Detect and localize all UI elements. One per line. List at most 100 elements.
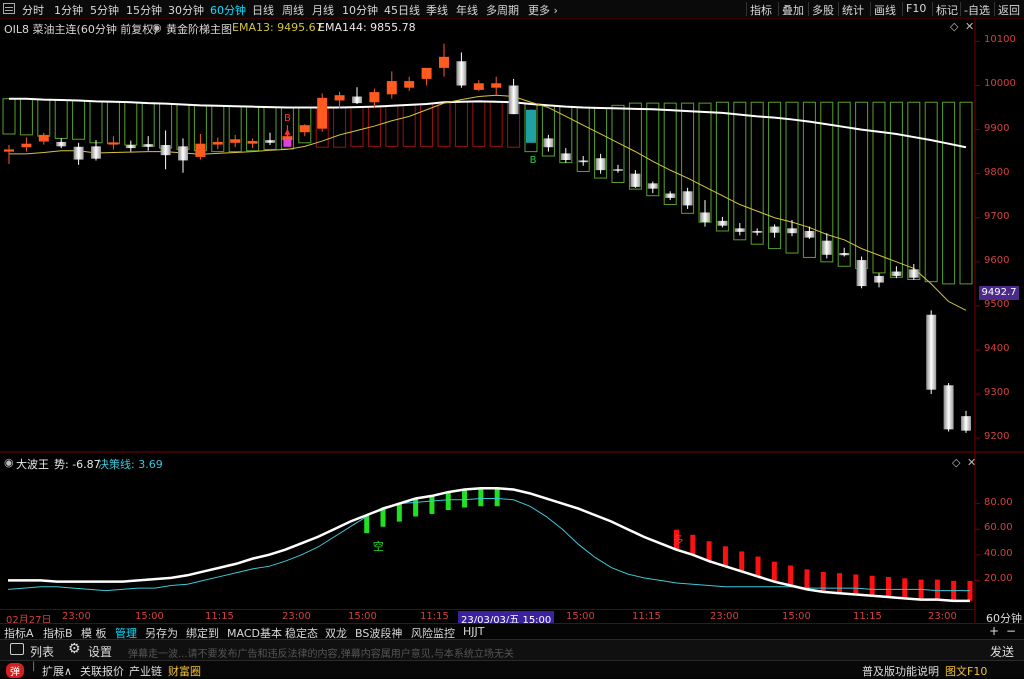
- long-signal-bar: [869, 575, 875, 596]
- candle-body: [369, 92, 380, 103]
- indicator-tab-11[interactable]: HJJT: [463, 625, 484, 638]
- candle: [439, 43, 449, 77]
- long-signal-bar: [739, 551, 745, 572]
- send-button[interactable]: 发送: [990, 643, 1014, 660]
- candle-body: [560, 153, 571, 160]
- short-signal-bar: [462, 489, 468, 508]
- ladder-bar: [907, 101, 921, 280]
- candle-body: [874, 275, 884, 283]
- candle-body: [91, 146, 101, 159]
- badge-divider: |: [32, 661, 36, 672]
- candle-body: [821, 240, 832, 255]
- candle: [752, 228, 763, 236]
- ladder-bar: [454, 101, 468, 147]
- candle-body: [4, 149, 14, 152]
- danmu-badge[interactable]: 弹: [6, 663, 24, 678]
- candle: [160, 130, 171, 170]
- ladder-bar: [2, 98, 16, 135]
- candle: [769, 224, 780, 238]
- candle-body: [665, 193, 676, 198]
- candle: [717, 216, 728, 228]
- indicator-tick: 60.00: [984, 522, 1013, 534]
- candle: [891, 266, 902, 279]
- ladder-bar: [350, 106, 364, 147]
- time-label: 15:00: [782, 611, 811, 622]
- candle-body: [856, 260, 867, 287]
- candle: [38, 132, 49, 145]
- candle: [299, 124, 310, 137]
- time-label: 15:00: [566, 611, 595, 622]
- ladder-bar: [889, 101, 903, 278]
- time-label: 11:15: [420, 611, 449, 622]
- candle-body: [404, 81, 415, 88]
- short-signal-bar: [478, 488, 484, 507]
- chart-canvas[interactable]: B B 空 多: [0, 0, 1024, 677]
- candle: [630, 170, 641, 188]
- ema13-line: [9, 94, 967, 311]
- candle-body: [456, 61, 467, 86]
- long-signal-bar: [771, 561, 777, 582]
- candle: [508, 78, 519, 115]
- price-tick: 10100: [984, 34, 1016, 46]
- candle-body: [265, 140, 275, 143]
- candle-body: [787, 228, 797, 234]
- short-signal-label: 空: [373, 539, 384, 553]
- candle: [578, 156, 589, 166]
- zoom-in-icon[interactable]: +: [989, 624, 999, 638]
- candle: [839, 247, 850, 257]
- candle: [821, 233, 832, 259]
- candle: [560, 148, 571, 163]
- long-signal-label: 多: [673, 533, 684, 547]
- candle-body: [125, 145, 136, 149]
- price-tick: 9400: [984, 343, 1010, 354]
- candle: [926, 310, 937, 395]
- candle: [212, 137, 223, 150]
- long-signal-bar: [722, 546, 728, 567]
- candle: [317, 93, 328, 132]
- zoom-out-icon[interactable]: −: [1006, 624, 1016, 638]
- indicator-tick: 80.00: [984, 496, 1013, 508]
- ladder-bar: [663, 102, 677, 206]
- candle: [56, 138, 67, 149]
- candle: [543, 134, 554, 152]
- candle: [421, 67, 432, 86]
- time-label: 15:00: [348, 611, 377, 622]
- ladder-bar: [437, 101, 451, 147]
- price-tick: 9800: [984, 166, 1010, 178]
- candle-body: [613, 169, 623, 171]
- long-signal-bar: [885, 577, 891, 598]
- candle-body: [491, 83, 502, 88]
- list-button[interactable]: 列表: [30, 643, 54, 660]
- candle: [195, 133, 206, 160]
- long-signal-bar: [853, 574, 859, 595]
- candle-body: [299, 125, 310, 133]
- price-tick: 10000: [984, 78, 1016, 90]
- ladder-bar: [333, 107, 347, 148]
- long-signal-bar: [788, 565, 794, 586]
- candle: [125, 140, 136, 152]
- candle-body: [143, 144, 154, 147]
- candle: [787, 219, 797, 237]
- candle-body: [595, 158, 606, 171]
- gear-icon[interactable]: ⚙: [68, 641, 81, 657]
- long-signal-bar: [902, 578, 908, 599]
- candle-body: [160, 145, 171, 156]
- candle-body: [386, 81, 397, 95]
- indicator-name[interactable]: 大波王: [16, 456, 49, 472]
- settings-button[interactable]: 设置: [88, 643, 112, 660]
- long-signal-bar: [934, 579, 940, 600]
- danmu-input[interactable]: 弹幕走一波...请不要发布广告和违反法律的内容,弹幕内容属用户意见,与本系统立场…: [128, 645, 514, 660]
- time-label: 11:15: [632, 611, 661, 622]
- indicator-settings-icon[interactable]: ◉: [4, 456, 14, 469]
- candle: [21, 137, 32, 152]
- ladder-bar: [715, 101, 729, 232]
- candle: [352, 87, 362, 105]
- ladder-bar: [124, 101, 138, 146]
- candle-body: [926, 314, 937, 390]
- candle-body: [578, 160, 589, 163]
- ladder-bar: [385, 105, 399, 147]
- candle: [369, 88, 380, 108]
- list-icon[interactable]: [10, 643, 24, 655]
- ladder-bar: [924, 101, 938, 283]
- short-signal-bar: [429, 495, 435, 514]
